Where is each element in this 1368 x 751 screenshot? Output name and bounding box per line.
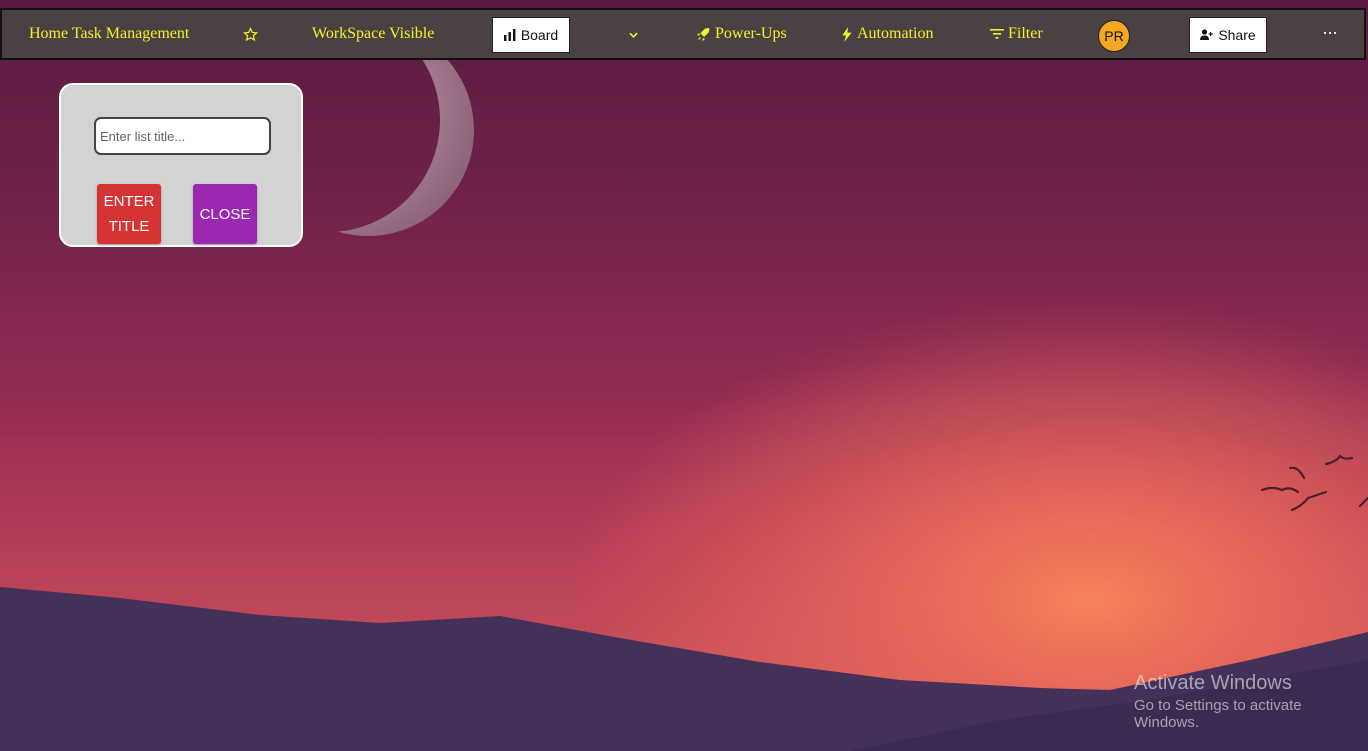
board-title[interactable]: Home Task Management [29,10,189,58]
add-list-card: ENTER TITLE CLOSE [59,83,303,247]
board-view-button[interactable]: Board [492,17,570,53]
board-button-label: Board [520,27,559,43]
chevron-down-icon[interactable] [629,10,638,58]
workspace-visibility[interactable]: WorkSpace Visible [312,10,434,58]
automation-label: Automation [857,25,934,42]
watermark-subtitle: Go to Settings to activate Windows. [1134,697,1302,731]
top-navbar: Home Task Management WorkSpace Visible B… [0,8,1366,60]
more-options-icon[interactable]: ··· [1322,10,1338,58]
share-button[interactable]: Share [1189,17,1267,53]
avatar[interactable]: PR [1098,20,1130,52]
rocket-icon [697,27,710,41]
star-icon[interactable] [242,10,259,58]
filter-icon [990,29,1004,39]
enter-title-button[interactable]: ENTER TITLE [97,184,161,244]
birds [1260,454,1368,512]
list-title-input[interactable] [94,117,271,155]
enter-title-line2: TITLE [108,218,150,235]
filter-label: Filter [1008,25,1043,42]
bar-chart-icon [503,29,516,41]
add-user-icon [1200,29,1213,40]
filter-button[interactable]: Filter [990,10,1043,58]
power-ups-button[interactable]: Power-Ups [696,10,787,58]
enter-title-line1: ENTER [103,193,155,210]
automation-button[interactable]: Automation [841,10,933,58]
activate-windows-watermark: Activate Windows Go to Settings to activ… [1134,672,1368,731]
close-button[interactable]: CLOSE [193,184,257,244]
share-label: Share [1218,27,1256,43]
power-ups-label: Power-Ups [715,25,787,42]
watermark-title: Activate Windows [1134,672,1292,694]
lightning-icon [842,26,852,42]
